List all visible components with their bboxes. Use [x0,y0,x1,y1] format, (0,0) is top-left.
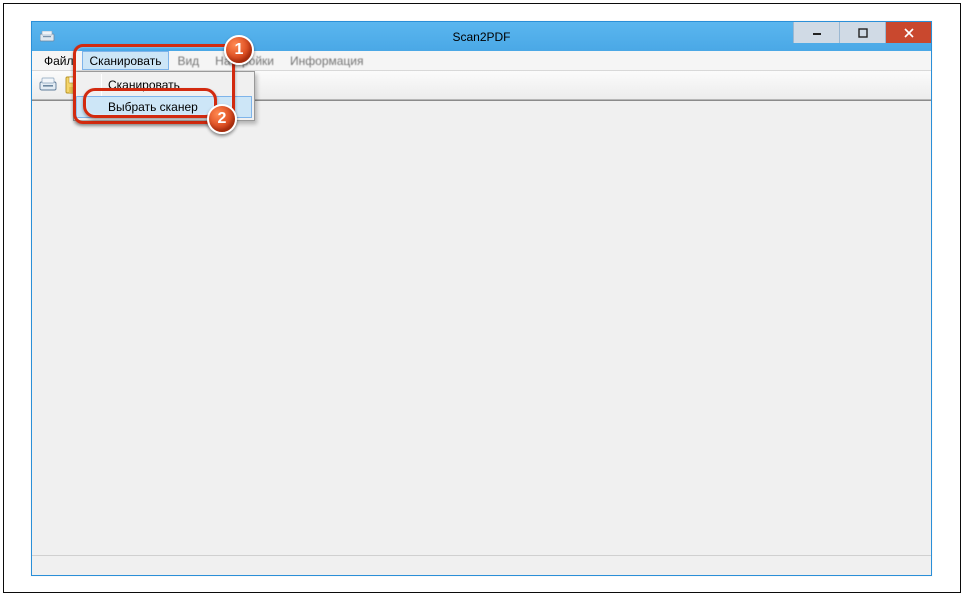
menu-info[interactable]: Информация [282,51,371,70]
scan-menu-dropdown: Сканировать Выбрать сканер [73,71,255,121]
content-area [32,100,931,555]
menu-scan[interactable]: Сканировать [82,51,170,70]
dropdown-item-select-scanner[interactable]: Выбрать сканер [76,96,252,118]
window-controls [793,22,931,43]
menu-settings[interactable]: Настройки [207,51,282,70]
minimize-button[interactable] [793,22,839,43]
app-window: Scan2PDF Файл Сканировать Вид Настройки … [31,21,932,576]
maximize-button[interactable] [839,22,885,43]
statusbar [32,555,931,575]
titlebar[interactable]: Scan2PDF [32,22,931,51]
dropdown-item-scan[interactable]: Сканировать [76,74,252,96]
menu-file[interactable]: Файл [36,51,82,70]
toolbar-scan-button[interactable] [38,74,60,96]
menu-view[interactable]: Вид [169,51,207,70]
close-button[interactable] [885,22,931,43]
menubar: Файл Сканировать Вид Настройки Информаци… [32,51,931,71]
